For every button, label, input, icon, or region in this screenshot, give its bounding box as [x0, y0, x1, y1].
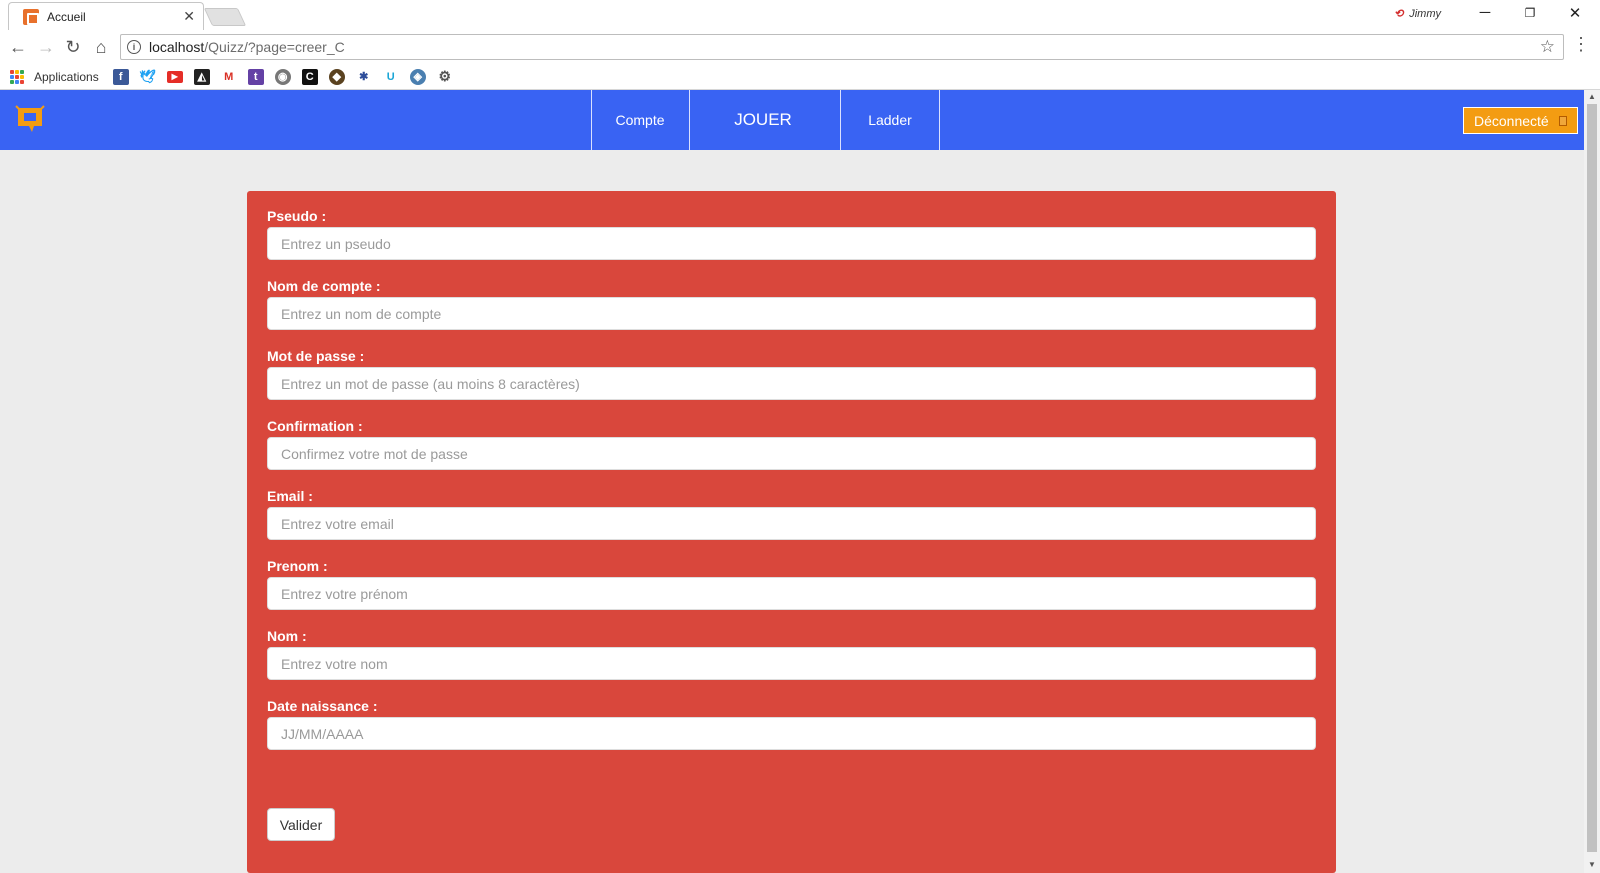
field-email: Email : [267, 487, 1316, 540]
facebook-icon[interactable]: f [112, 68, 129, 85]
password-confirm-input[interactable] [267, 437, 1316, 470]
logout-button[interactable]: Déconnecté [1463, 107, 1578, 134]
nav-account[interactable]: Compte [591, 90, 688, 150]
field-label: Confirmation : [267, 418, 363, 434]
field-lastname: Nom : [267, 627, 1316, 680]
game-icon[interactable]: ◆ [328, 68, 345, 85]
browser-tab[interactable]: Accueil ✕ [8, 2, 204, 30]
gmail-icon[interactable]: M [220, 68, 237, 85]
profile-name: Jimmy [1409, 7, 1441, 20]
field-birthdate: Date naissance : [267, 697, 1316, 750]
browser-menu-icon[interactable]: ⋮ [1572, 34, 1590, 54]
firstname-input[interactable] [267, 577, 1316, 610]
field-confirmation: Confirmation : [267, 417, 1316, 470]
address-bar[interactable]: i localhost /Quizz/?page=creer_C ☆ [120, 34, 1564, 60]
twitter-icon[interactable]: 🕊 [139, 68, 156, 85]
nav-play[interactable]: JOUER [689, 90, 836, 150]
profile-button[interactable]: ⟲ Jimmy [1394, 7, 1441, 21]
figure-icon[interactable]: ✱ [355, 68, 372, 85]
minimize-icon[interactable]: ─ [1470, 4, 1500, 21]
u-icon[interactable]: U [382, 68, 399, 85]
xampp-favicon-icon [23, 8, 39, 25]
bookmark-star-icon[interactable]: ☆ [1540, 37, 1555, 57]
tab-close-icon[interactable]: ✕ [183, 8, 195, 25]
field-label: Date naissance : [267, 698, 378, 714]
close-window-icon[interactable]: ✕ [1560, 4, 1590, 22]
quiz-logo-icon[interactable] [14, 104, 46, 136]
url-host: localhost [149, 39, 205, 55]
email-input[interactable] [267, 507, 1316, 540]
emblem-icon[interactable]: ◉ [274, 68, 291, 85]
field-account-name: Nom de compte : [267, 277, 1316, 330]
new-tab-button[interactable] [203, 8, 247, 26]
drop-icon[interactable]: ◈ [409, 68, 426, 85]
bookmarks-bar: Applications f 🕊 ▶ ◭ M t ◉ C ◆ ✱ U ◈ ⚙ [0, 64, 1600, 90]
reload-icon[interactable]: ↻ [62, 37, 84, 57]
browser-titlebar: Accueil ✕ ⟲ Jimmy ─ ❐ ✕ [0, 0, 1600, 30]
field-label: Nom : [267, 628, 307, 644]
tab-title: Accueil [47, 9, 86, 24]
lastname-input[interactable] [267, 647, 1316, 680]
scroll-thumb[interactable] [1587, 104, 1597, 852]
field-label: Nom de compte : [267, 278, 381, 294]
field-label: Email : [267, 488, 313, 504]
scroll-up-icon[interactable]: ▲ [1588, 92, 1596, 101]
field-pseudo: Pseudo : [267, 207, 1316, 260]
pseudo-input[interactable] [267, 227, 1316, 260]
sync-error-icon: ⟲ [1394, 8, 1404, 20]
home-icon[interactable]: ⌂ [90, 37, 112, 57]
twitch-icon[interactable]: t [247, 68, 264, 85]
c-icon[interactable]: C [301, 68, 318, 85]
field-label: Pseudo : [267, 208, 327, 224]
app-icon[interactable]: ◭ [193, 68, 210, 85]
site-navbar: Compte JOUER Ladder Déconnecté [0, 90, 1584, 150]
info-icon[interactable]: i [127, 40, 141, 54]
field-firstname: Prenom : [267, 557, 1316, 610]
field-password: Mot de passe : [267, 347, 1316, 400]
nav-ladder[interactable]: Ladder [840, 90, 939, 150]
youtube-icon[interactable]: ▶ [166, 70, 183, 83]
page-scrollbar[interactable]: ▲ ▼ [1584, 90, 1600, 873]
logout-label: Déconnecté [1474, 112, 1549, 129]
page-content: Compte JOUER Ladder Déconnecté Pseudo : … [0, 90, 1584, 873]
field-label: Prenom : [267, 558, 328, 574]
browser-toolbar: ← → ↻ ⌂ i localhost /Quizz/?page=creer_C… [0, 30, 1600, 64]
field-label: Mot de passe : [267, 348, 365, 364]
birthdate-input[interactable] [267, 717, 1316, 750]
apps-grid-icon[interactable] [10, 69, 24, 84]
url-path: /Quizz/?page=creer_C [204, 39, 345, 55]
account-name-input[interactable] [267, 297, 1316, 330]
gear-icon[interactable]: ⚙ [436, 68, 453, 85]
submit-button[interactable]: Valider [267, 808, 335, 841]
forward-icon[interactable]: → [35, 37, 57, 57]
password-input[interactable] [267, 367, 1316, 400]
back-icon[interactable]: ← [7, 37, 29, 57]
logout-icon [1558, 115, 1567, 126]
signup-form: Pseudo : Nom de compte : Mot de passe : … [247, 191, 1336, 873]
restore-icon[interactable]: ❐ [1515, 6, 1545, 20]
nav-divider [939, 90, 940, 150]
scroll-down-icon[interactable]: ▼ [1588, 860, 1596, 869]
bookmarks-apps-link[interactable]: Applications [34, 70, 99, 84]
